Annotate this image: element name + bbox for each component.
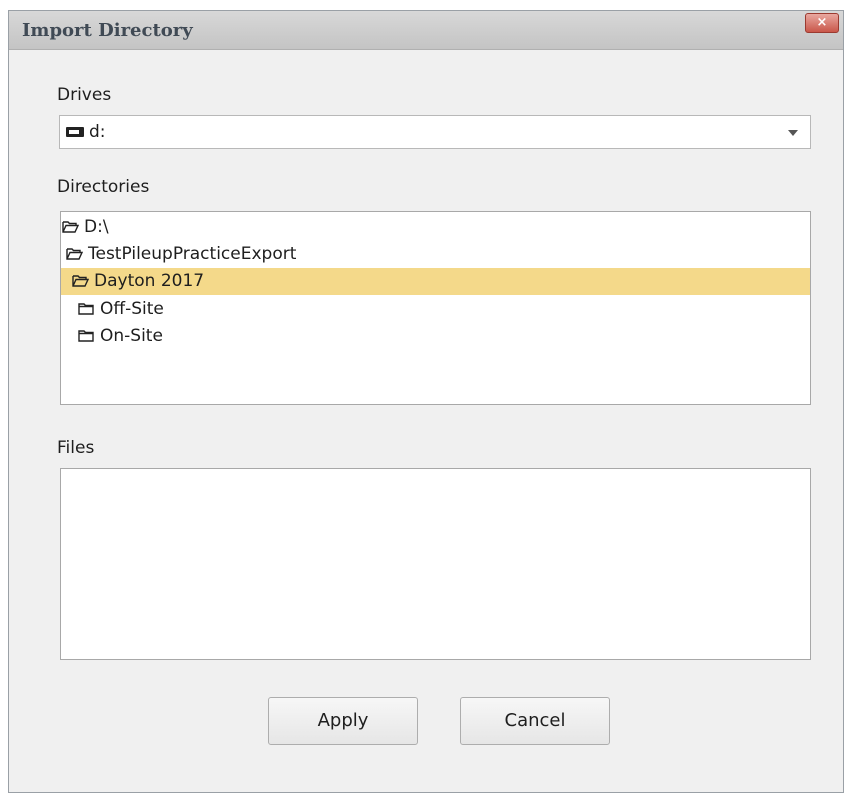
directory-item-on-site[interactable]: On-Site <box>78 323 802 350</box>
dialog-title: Import Directory <box>22 20 193 41</box>
directory-item-label: D:\ <box>84 217 109 237</box>
directory-item-dayton-2017[interactable]: Dayton 2017 <box>61 268 810 295</box>
directory-item-off-site[interactable]: Off-Site <box>78 296 802 323</box>
directory-item-label: TestPileupPracticeExport <box>88 244 297 264</box>
directory-item-d-root[interactable]: D:\ <box>62 214 802 241</box>
chevron-down-icon[interactable] <box>788 130 798 136</box>
directory-item-testpileuppracticeexport[interactable]: TestPileupPracticeExport <box>66 241 802 268</box>
apply-button[interactable]: Apply <box>268 697 418 745</box>
drives-dropdown[interactable]: d: <box>59 115 811 149</box>
folder-open-icon <box>72 275 89 287</box>
directory-item-label: Dayton 2017 <box>94 271 205 291</box>
folder-open-icon <box>66 248 83 260</box>
folder-open-icon <box>62 221 79 233</box>
drive-icon <box>66 127 84 137</box>
directory-item-label: On-Site <box>100 326 163 346</box>
drives-selected-value: d: <box>89 122 106 142</box>
import-directory-dialog: Import Directory × Drives d: Directories… <box>8 10 844 793</box>
directories-label: Directories <box>57 177 150 197</box>
folder-icon <box>78 330 95 342</box>
directories-list[interactable]: D:\ TestPileupPracticeExport Dayton 2017… <box>60 211 811 405</box>
drives-label: Drives <box>57 85 112 105</box>
directory-item-label: Off-Site <box>100 299 164 319</box>
close-button[interactable]: × <box>805 13 839 33</box>
folder-icon <box>78 303 95 315</box>
title-bar: Import Directory × <box>9 11 843 50</box>
cancel-button[interactable]: Cancel <box>460 697 610 745</box>
files-list[interactable] <box>60 468 811 660</box>
files-label: Files <box>57 438 95 458</box>
